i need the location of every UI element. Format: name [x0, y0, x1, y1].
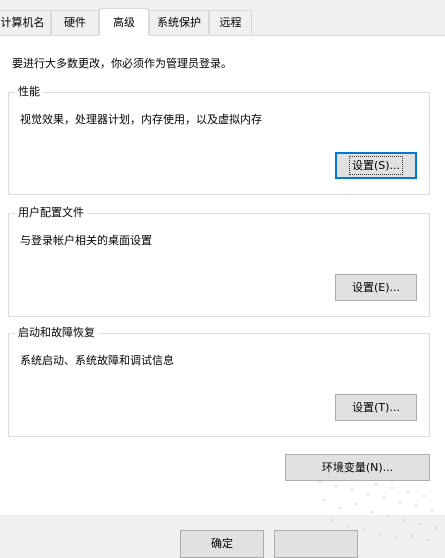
admin-note: 要进行大多数更改，你必须作为管理员登录。 — [12, 57, 232, 70]
user-profiles-group: 用户配置文件 与登录帐户相关的桌面设置 设置(E)... — [8, 206, 430, 317]
performance-settings-button[interactable]: 设置(S)... — [335, 152, 417, 179]
tab-computer-name[interactable]: 计算机名 — [0, 10, 51, 34]
tab-panel-advanced: 要进行大多数更改，你必须作为管理员登录。 性能 视觉效果，处理器计划，内存使用，… — [0, 35, 445, 515]
tab-remote[interactable]: 远程 — [209, 10, 252, 34]
tab-system-protection[interactable]: 系统保护 — [149, 10, 209, 34]
startup-recovery-description: 系统启动、系统故障和调试信息 — [20, 354, 174, 367]
performance-description: 视觉效果，处理器计划，内存使用，以及虚拟内存 — [20, 113, 262, 126]
startup-recovery-group: 启动和故障恢复 系统启动、系统故障和调试信息 设置(T)... — [8, 326, 430, 437]
tab-strip: 计算机名 硬件 高级 系统保护 远程 — [0, 0, 445, 36]
performance-group-title: 性能 — [15, 85, 43, 99]
performance-settings-label: 设置(S)... — [348, 156, 404, 175]
ok-button[interactable]: 确定 — [180, 530, 264, 558]
performance-group: 性能 视觉效果，处理器计划，内存使用，以及虚拟内存 设置(S)... — [8, 85, 430, 195]
tab-hardware[interactable]: 硬件 — [51, 10, 99, 34]
user-profiles-settings-button[interactable]: 设置(E)... — [335, 274, 417, 301]
user-profiles-group-title: 用户配置文件 — [15, 206, 87, 220]
tab-advanced[interactable]: 高级 — [99, 8, 149, 36]
startup-recovery-group-title: 启动和故障恢复 — [15, 326, 98, 340]
watermark-decoration — [319, 473, 437, 541]
user-profiles-description: 与登录帐户相关的桌面设置 — [20, 234, 152, 247]
startup-recovery-settings-button[interactable]: 设置(T)... — [335, 394, 417, 421]
